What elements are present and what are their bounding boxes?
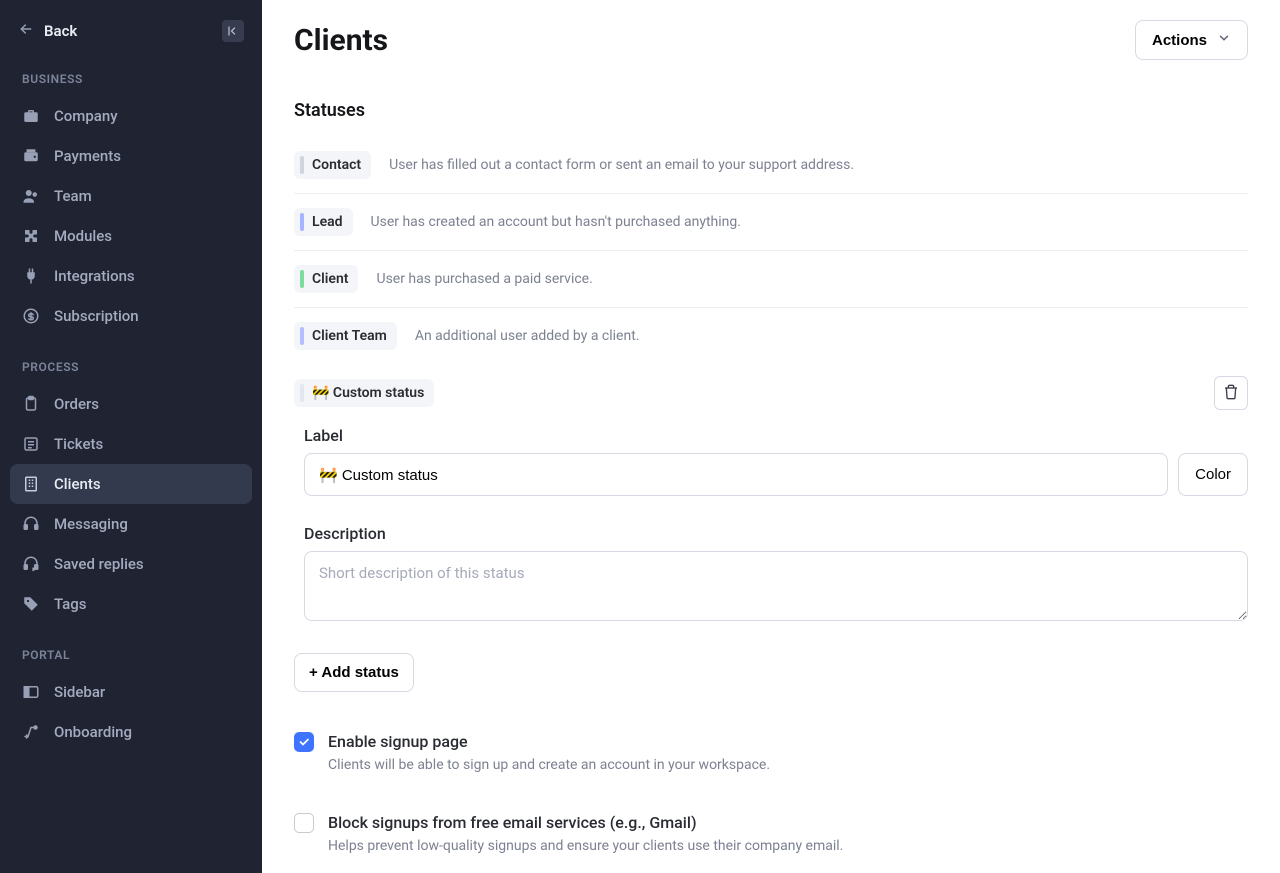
statuses-header: Statuses: [294, 100, 1248, 121]
sidebar-item-payments[interactable]: Payments: [10, 136, 252, 176]
sidebar-item-messaging[interactable]: Messaging: [10, 504, 252, 544]
add-status-button[interactable]: + Add status: [294, 653, 414, 692]
status-pill: Contact: [294, 151, 371, 179]
status-name: Contact: [312, 157, 361, 173]
custom-status-pill-label: 🚧 Custom status: [312, 385, 424, 401]
checkbox-title: Block signups from free email services (…: [328, 813, 843, 832]
panel-icon: [22, 683, 40, 701]
sidebar-item-clients[interactable]: Clients: [10, 464, 252, 504]
sidebar-item-orders[interactable]: Orders: [10, 384, 252, 424]
sidebar-item-label: Messaging: [54, 515, 128, 533]
status-description: An additional user added by a client.: [415, 328, 640, 344]
sidebar-item-label: Sidebar: [54, 683, 105, 701]
sidebar-item-label: Payments: [54, 147, 121, 165]
puzzle-icon: [22, 227, 40, 245]
sidebar-item-label: Tickets: [54, 435, 103, 453]
checkbox-subtitle: Helps prevent low-quality signups and en…: [328, 838, 843, 854]
status-color-bar: [300, 213, 304, 231]
note-icon: [22, 435, 40, 453]
page-title: Clients: [294, 23, 388, 58]
reply-icon: [22, 555, 40, 573]
checkbox-row: Block signups from free email services (…: [294, 813, 1248, 854]
building-icon: [22, 475, 40, 493]
color-picker-button[interactable]: Color: [1178, 453, 1248, 496]
status-description: User has filled out a contact form or se…: [389, 157, 854, 173]
sidebar-item-label: Clients: [54, 475, 101, 493]
headset-icon: [22, 515, 40, 533]
clipboard-icon: [22, 395, 40, 413]
back-label: Back: [44, 22, 77, 40]
main-content: Clients Actions Statuses Contact User has…: [262, 0, 1280, 873]
sidebar-item-integrations[interactable]: Integrations: [10, 256, 252, 296]
checkbox-row: Enable signup page Clients will be able t…: [294, 732, 1248, 773]
sidebar-item-label: Saved replies: [54, 555, 144, 573]
users-icon: [22, 187, 40, 205]
sidebar-item-onboarding[interactable]: Onboarding: [10, 712, 252, 752]
description-field-label: Description: [304, 524, 1248, 543]
sidebar-section-header: PROCESS: [10, 336, 252, 384]
page-header: Clients Actions: [294, 20, 1248, 60]
status-pill: Client Team: [294, 322, 397, 350]
status-description-input[interactable]: [304, 551, 1248, 621]
sidebar-item-label: Team: [54, 187, 92, 205]
route-icon: [22, 723, 40, 741]
status-pill: Lead: [294, 208, 353, 236]
custom-status-pill: 🚧 Custom status: [294, 379, 434, 407]
wallet-icon: [22, 147, 40, 165]
plug-icon: [22, 267, 40, 285]
dollar-circle-icon: [22, 307, 40, 325]
sidebar-item-label: Orders: [54, 395, 99, 413]
status-description: User has created an account but hasn't p…: [371, 214, 741, 230]
sidebar-item-modules[interactable]: Modules: [10, 216, 252, 256]
status-row[interactable]: Client User has purchased a paid service.: [294, 251, 1248, 308]
label-field-label: Label: [304, 426, 1248, 445]
briefcase-icon: [22, 107, 40, 125]
sidebar-item-tags[interactable]: Tags: [10, 584, 252, 624]
checkbox-title: Enable signup page: [328, 732, 770, 751]
status-pill: Client: [294, 265, 358, 293]
sidebar-item-label: Onboarding: [54, 723, 132, 741]
checkbox[interactable]: [294, 732, 314, 752]
sidebar-item-tickets[interactable]: Tickets: [10, 424, 252, 464]
status-color-bar: [300, 327, 304, 345]
status-label-input[interactable]: [304, 453, 1168, 496]
sidebar-item-label: Company: [54, 107, 118, 125]
status-color-bar: [300, 270, 304, 288]
sidebar-item-label: Subscription: [54, 307, 139, 325]
sidebar-item-saved-replies[interactable]: Saved replies: [10, 544, 252, 584]
actions-label: Actions: [1152, 32, 1207, 49]
sidebar-item-subscription[interactable]: Subscription: [10, 296, 252, 336]
custom-status-color-bar: [300, 384, 304, 402]
status-name: Client: [312, 271, 348, 287]
checkbox[interactable]: [294, 813, 314, 833]
custom-status-editor: 🚧 Custom status Label Color Description …: [294, 364, 1248, 854]
sidebar: Back BUSINESS Company Payments Team Modules I…: [0, 0, 262, 873]
trash-icon: [1223, 384, 1239, 403]
sidebar-item-label: Modules: [54, 227, 112, 245]
status-name: Client Team: [312, 328, 387, 344]
status-color-bar: [300, 156, 304, 174]
sidebar-item-sidebar[interactable]: Sidebar: [10, 672, 252, 712]
tag-icon: [22, 595, 40, 613]
back-button[interactable]: Back: [10, 14, 252, 48]
collapse-sidebar-button[interactable]: [222, 20, 244, 42]
sidebar-item-label: Tags: [54, 595, 86, 613]
status-row[interactable]: Client Team An additional user added by a…: [294, 308, 1248, 364]
sidebar-item-team[interactable]: Team: [10, 176, 252, 216]
checkbox-subtitle: Clients will be able to sign up and crea…: [328, 757, 770, 773]
status-description: User has purchased a paid service.: [376, 271, 592, 287]
sidebar-section-header: BUSINESS: [10, 48, 252, 96]
status-row[interactable]: Lead User has created an account but hasn…: [294, 194, 1248, 251]
sidebar-item-label: Integrations: [54, 267, 135, 285]
status-name: Lead: [312, 214, 343, 230]
sidebar-item-company[interactable]: Company: [10, 96, 252, 136]
chevron-down-icon: [1217, 31, 1231, 49]
status-row[interactable]: Contact User has filled out a contact for…: [294, 137, 1248, 194]
delete-status-button[interactable]: [1214, 376, 1248, 410]
sidebar-section-header: PORTAL: [10, 624, 252, 672]
arrow-left-icon: [18, 21, 34, 41]
actions-dropdown[interactable]: Actions: [1135, 20, 1248, 60]
